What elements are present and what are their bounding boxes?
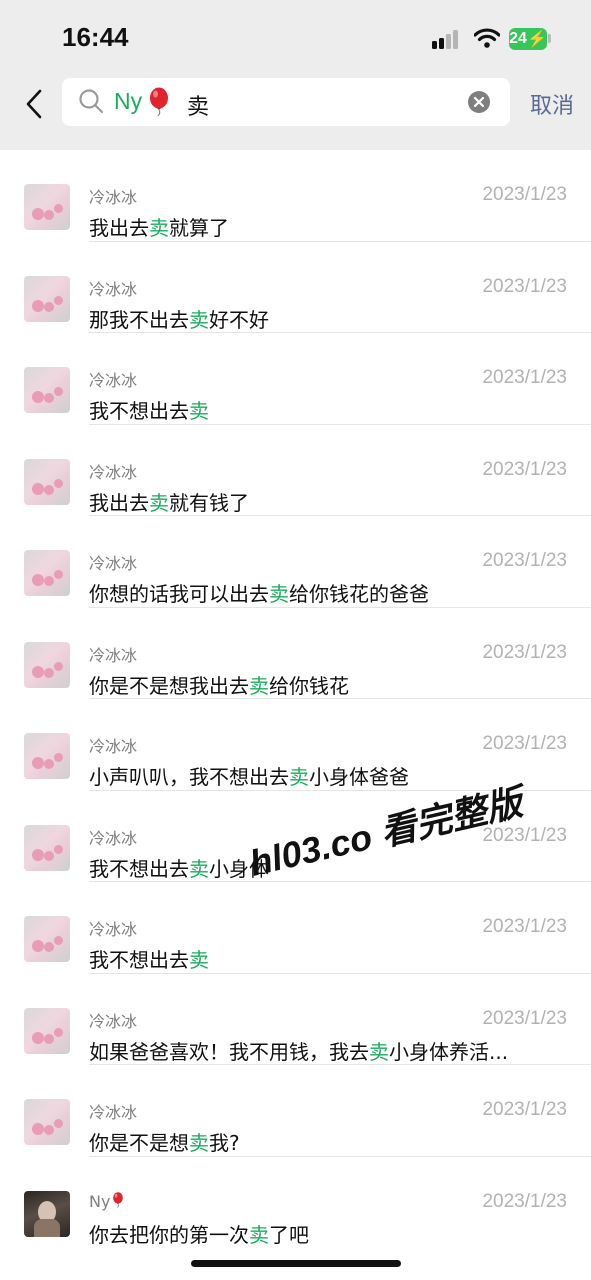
status-time: 16:44 xyxy=(62,22,129,52)
contact-name: 冷冰冰 xyxy=(89,920,138,939)
header: 16:44 24 ⚡ Ny 卖 取消 xyxy=(0,0,591,150)
contact-name: Ny xyxy=(89,1191,125,1211)
avatar xyxy=(24,1099,70,1145)
list-item[interactable]: 冷冰冰 2023/1/23 我不想出去卖 xyxy=(0,333,591,425)
avatar xyxy=(24,916,70,962)
contact-name: 冷冰冰 xyxy=(89,645,138,665)
message-date: 2023/1/23 xyxy=(482,733,567,754)
keyword-highlight: 卖 xyxy=(189,856,209,881)
list-item[interactable]: 冷冰冰 2023/1/23 我出去卖就有钱了 xyxy=(0,425,591,516)
message-text: 你是不是想我出去卖给你钱花 xyxy=(89,673,349,698)
message-text: 我不想出去卖 xyxy=(89,399,209,423)
contact-name: 冷冰冰 xyxy=(89,188,138,207)
list-item[interactable]: Ny 2023/1/23 你去把你的第一次卖了吧 xyxy=(0,1157,591,1249)
avatar xyxy=(24,1190,70,1237)
keyword-highlight: 卖 xyxy=(149,490,169,515)
keyword-highlight: 卖 xyxy=(189,399,209,423)
message-date: 2023/1/23 xyxy=(482,458,567,480)
message-date: 2023/1/23 xyxy=(482,1007,567,1029)
contact-name: 冷冰冰 xyxy=(89,1011,138,1031)
balloon-icon xyxy=(113,1191,124,1208)
avatar xyxy=(24,184,70,230)
home-indicator[interactable] xyxy=(191,1260,401,1267)
balloon-icon xyxy=(150,87,168,117)
avatar xyxy=(24,458,70,505)
search-results-list: 冷冰冰 2023/1/23 我出去卖就算了 冷冰冰 2023/1/23 那我不出… xyxy=(0,150,591,1248)
message-text: 我出去卖就算了 xyxy=(89,216,229,240)
message-text: 你是不是想卖我? xyxy=(89,1131,240,1155)
message-text: 小声叭叭，我不想出去卖小身体爸爸 xyxy=(89,765,409,789)
keyword-highlight: 卖 xyxy=(369,1039,389,1064)
search-icon xyxy=(79,89,104,114)
contact-name: 冷冰冰 xyxy=(89,371,138,390)
message-text: 我出去卖就有钱了 xyxy=(89,490,249,515)
list-item[interactable]: 冷冰冰 2023/1/23 我不想出去卖 xyxy=(0,882,591,974)
contact-name: 冷冰冰 xyxy=(89,737,138,756)
search-query[interactable]: 卖 xyxy=(187,89,209,121)
clear-icon[interactable] xyxy=(467,90,491,114)
cancel-button[interactable]: 取消 xyxy=(530,88,574,120)
list-item[interactable]: 冷冰冰 2023/1/23 如果爸爸喜欢！我不用钱，我去卖小身体养活... xyxy=(0,974,591,1065)
keyword-highlight: 卖 xyxy=(189,948,209,972)
keyword-highlight: 卖 xyxy=(189,1131,209,1155)
keyword-highlight: 卖 xyxy=(149,216,169,240)
message-text: 你想的话我可以出去卖给你钱花的爸爸 xyxy=(89,582,429,606)
message-text: 那我不出去卖好不好 xyxy=(89,307,269,332)
message-date: 2023/1/23 xyxy=(482,275,567,297)
message-text: 我不想出去卖 xyxy=(89,948,209,972)
message-text: 我不想出去卖小身体 xyxy=(89,856,269,881)
message-text: 如果爸爸喜欢！我不用钱，我去卖小身体养活... xyxy=(89,1039,509,1064)
keyword-highlight: 卖 xyxy=(269,582,289,606)
message-date: 2023/1/23 xyxy=(482,1190,567,1212)
avatar xyxy=(24,1007,70,1054)
avatar xyxy=(24,824,70,871)
keyword-highlight: 卖 xyxy=(249,673,269,698)
avatar xyxy=(24,367,70,413)
avatar xyxy=(24,733,70,779)
battery-level: 24 xyxy=(509,30,527,47)
keyword-highlight: 卖 xyxy=(189,307,209,332)
contact-name: 冷冰冰 xyxy=(89,828,138,848)
list-item[interactable]: 冷冰冰 2023/1/23 我出去卖就算了 xyxy=(0,150,591,242)
battery-icon: 24 ⚡ xyxy=(509,28,547,50)
contact-name: 冷冰冰 xyxy=(89,462,138,482)
message-date: 2023/1/23 xyxy=(482,1099,567,1120)
list-item[interactable]: 冷冰冰 2023/1/23 你想的话我可以出去卖给你钱花的爸爸 xyxy=(0,516,591,608)
message-date: 2023/1/23 xyxy=(482,367,567,388)
message-text: 你去把你的第一次卖了吧 xyxy=(89,1222,309,1247)
battery-tip xyxy=(548,34,551,43)
list-item[interactable]: 冷冰冰 2023/1/23 那我不出去卖好不好 xyxy=(0,242,591,333)
wifi-icon xyxy=(474,28,500,48)
cellular-signal-icon xyxy=(432,29,466,49)
message-date: 2023/1/23 xyxy=(482,550,567,571)
search-contact-tag[interactable]: Ny xyxy=(114,88,142,115)
contact-name: 冷冰冰 xyxy=(89,1103,138,1122)
avatar xyxy=(24,275,70,322)
message-date: 2023/1/23 xyxy=(482,641,567,663)
contact-name: 冷冰冰 xyxy=(89,279,138,299)
keyword-highlight: 卖 xyxy=(289,765,309,789)
avatar xyxy=(24,550,70,596)
list-item[interactable]: 冷冰冰 2023/1/23 你是不是想我出去卖给你钱花 xyxy=(0,608,591,699)
list-item[interactable]: 冷冰冰 2023/1/23 你是不是想卖我? xyxy=(0,1065,591,1157)
message-date: 2023/1/23 xyxy=(482,184,567,205)
keyword-highlight: 卖 xyxy=(249,1222,269,1247)
search-input[interactable]: Ny 卖 xyxy=(62,78,510,126)
back-icon[interactable] xyxy=(20,86,50,122)
avatar xyxy=(24,641,70,688)
message-date: 2023/1/23 xyxy=(482,916,567,937)
contact-name: 冷冰冰 xyxy=(89,554,138,573)
